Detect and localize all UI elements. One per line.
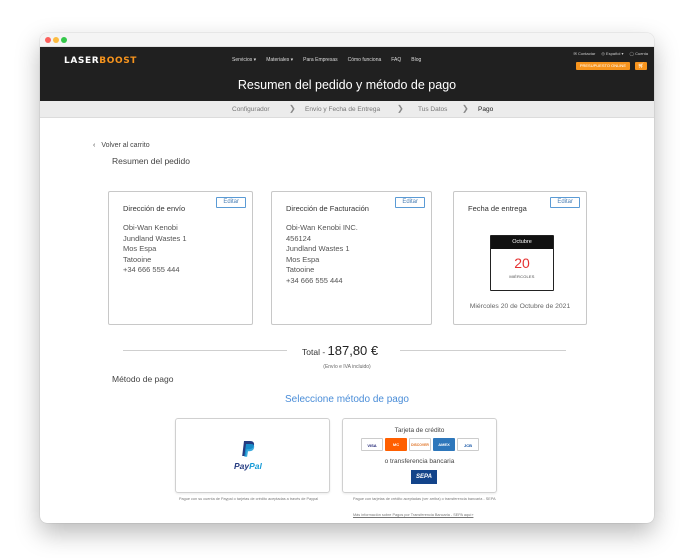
online-quote-button[interactable]: PRESUPUESTO ONLINE xyxy=(575,62,630,70)
delivery-date-card: Fecha de entrega Editar Octubre 20 MIÉRC… xyxy=(453,191,587,325)
edit-shipping-button[interactable]: Editar xyxy=(216,197,246,208)
site-header: LASERBOOST Servicios ▾ Materiales ▾ Para… xyxy=(40,47,654,101)
amex-icon: AMEX xyxy=(433,438,455,451)
paypal-icon xyxy=(242,441,255,457)
main-nav: Servicios ▾ Materiales ▾ Para Empresas C… xyxy=(232,57,421,63)
discover-icon: DISCOVER xyxy=(409,438,431,451)
laserboost-logo[interactable]: LASERBOOST xyxy=(64,56,137,66)
sepa-info-link[interactable]: Más información sobre Pagos por Transfer… xyxy=(353,513,523,519)
nav-como-funciona[interactable]: Cómo funciona xyxy=(348,57,382,63)
paypal-wordmark: PayPal xyxy=(234,461,262,471)
divider xyxy=(123,350,287,351)
cart-button[interactable]: 🛒︎ xyxy=(635,62,647,70)
sepa-icon: SEPA xyxy=(411,470,437,484)
nav-empresas[interactable]: Para Empresas xyxy=(303,57,337,63)
close-window-icon[interactable] xyxy=(45,37,51,43)
credit-card-option[interactable]: Tarjeta de crédito VISA MC DISCOVER AMEX… xyxy=(342,418,497,493)
step-pago: Pago xyxy=(478,106,494,113)
edit-billing-button[interactable]: Editar xyxy=(395,197,425,208)
card-brands: VISA MC DISCOVER AMEX JCB xyxy=(361,438,479,451)
chevron-left-icon: ‹ xyxy=(93,142,96,149)
language-select[interactable]: ◎ Español ▾ xyxy=(601,51,623,56)
visa-icon: VISA xyxy=(361,438,383,451)
maximize-window-icon[interactable] xyxy=(61,37,67,43)
order-summary-title: Resumen del pedido xyxy=(112,156,190,166)
billing-address-card: Dirección de Facturación Editar Obi-Wan … xyxy=(271,191,432,325)
checkout-steps: Configurador ❯ Envío y Fecha de Entrega … xyxy=(40,101,654,118)
nav-materiales[interactable]: Materiales ▾ xyxy=(266,57,293,63)
paypal-option[interactable]: PayPal xyxy=(175,418,330,493)
delivery-full-date: Miércoles 20 de Octubre de 2021 xyxy=(469,303,571,310)
minimize-window-icon[interactable] xyxy=(53,37,59,43)
nav-faq[interactable]: FAQ xyxy=(391,57,401,63)
shipping-title: Dirección de envío xyxy=(123,204,186,213)
billing-title: Dirección de Facturación xyxy=(286,204,369,213)
edit-delivery-button[interactable]: Editar xyxy=(550,197,580,208)
calendar-icon: Octubre 20 MIÉRCOLES xyxy=(490,235,554,291)
divider xyxy=(400,350,566,351)
chevron-right-icon: ❯ xyxy=(289,104,296,113)
calendar-month: Octubre xyxy=(491,236,553,249)
select-payment-label: Seleccione método de pago xyxy=(285,394,409,405)
shipping-address: Obi-Wan Kenobi Jundland Wastes 1 Mos Esp… xyxy=(123,223,187,274)
payment-method-title: Método de pago xyxy=(112,374,174,384)
total-note: (Envío e IVA incluido) xyxy=(323,364,371,370)
chevron-right-icon: ❯ xyxy=(462,104,469,113)
account-link[interactable]: ◯ Cuenta xyxy=(630,51,649,56)
step-envio[interactable]: Envío y Fecha de Entrega xyxy=(305,106,380,113)
back-to-cart-link[interactable]: ‹ Volver al carrito xyxy=(93,142,150,149)
jcb-icon: JCB xyxy=(457,438,479,451)
order-total: Total - 187,80 € xyxy=(302,343,379,358)
calendar-weekday: MIÉRCOLES xyxy=(509,274,535,279)
billing-address: Obi-Wan Kenobi INC. 456124 Jundland Wast… xyxy=(286,223,358,285)
calendar-day: 20 xyxy=(514,255,530,271)
step-configurador[interactable]: Configurador xyxy=(232,106,270,113)
shipping-address-card: Dirección de envío Editar Obi-Wan Kenobi… xyxy=(108,191,253,325)
browser-window: LASERBOOST Servicios ▾ Materiales ▾ Para… xyxy=(40,33,654,523)
cart-icon: 🛒︎ xyxy=(637,63,645,69)
contact-link[interactable]: ✉ Contactar xyxy=(574,51,596,56)
nav-blog[interactable]: Blog xyxy=(411,57,421,63)
bank-transfer-label: o transferencia bancaria xyxy=(384,458,455,465)
total-amount: 187,80 € xyxy=(327,343,379,358)
utility-links: ✉ Contactar ◎ Español ▾ ◯ Cuenta xyxy=(574,51,649,56)
paypal-description: Pague con su cuenta de Paypal o tarjetas… xyxy=(179,497,319,501)
delivery-title: Fecha de entrega xyxy=(468,204,527,213)
nav-servicios[interactable]: Servicios ▾ xyxy=(232,57,256,63)
page-title: Resumen del pedido y método de pago xyxy=(237,78,457,92)
mastercard-icon: MC xyxy=(385,438,407,451)
window-titlebar xyxy=(40,33,654,47)
card-description: Pague con tarjetas de crédito aceptadas … xyxy=(353,497,496,501)
chevron-right-icon: ❯ xyxy=(397,104,404,113)
step-tus-datos[interactable]: Tus Datos xyxy=(418,106,447,113)
credit-card-title: Tarjeta de crédito xyxy=(394,427,445,434)
